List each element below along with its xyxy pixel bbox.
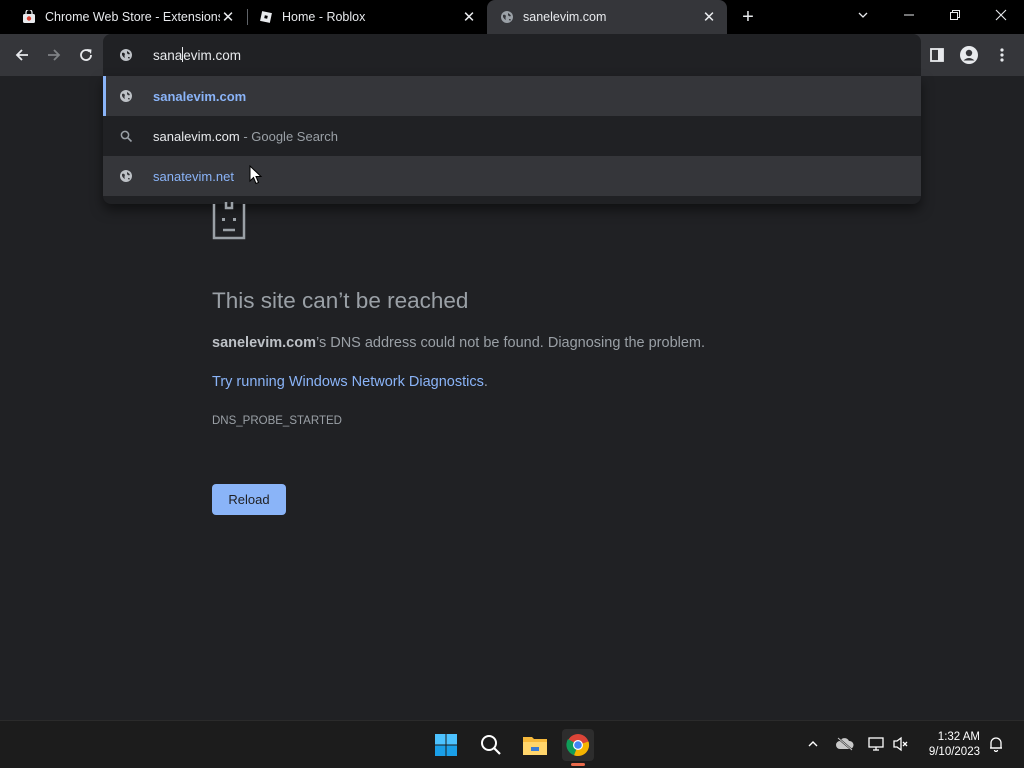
- active-app-indicator: [571, 763, 585, 766]
- error-code: DNS_PROBE_STARTED: [212, 415, 342, 427]
- chevron-up-icon[interactable]: [802, 733, 824, 755]
- suggestion-item[interactable]: sanalevim.com: [103, 76, 921, 116]
- clock-time: 1:32 AM: [937, 731, 980, 743]
- diagnostics-period: .: [483, 374, 488, 390]
- search-icon: [119, 129, 133, 143]
- new-tab-icon[interactable]: +: [737, 6, 759, 28]
- minimize-icon[interactable]: [886, 0, 932, 30]
- tab-sanelevim[interactable]: sanelevim.com ✕: [487, 0, 727, 34]
- notification-bell-icon[interactable]: [985, 733, 1007, 755]
- typed-text-after-caret: evim.com: [183, 48, 242, 63]
- omnibox-suggestions: sanalevim.com sanalevim.com - Google Sea…: [103, 76, 921, 204]
- restore-icon[interactable]: [932, 0, 978, 30]
- suggestion-text: sanalevim.com - Google Search: [153, 129, 338, 144]
- volume-muted-icon[interactable]: [890, 733, 912, 755]
- clock-date: 9/10/2023: [928, 746, 980, 758]
- side-panel-icon[interactable]: [923, 41, 951, 69]
- menu-kebab-icon[interactable]: [988, 41, 1016, 69]
- error-message: sanelevim.com’s DNS address could not be…: [212, 335, 705, 351]
- close-window-icon[interactable]: [978, 0, 1024, 30]
- roblox-icon: [259, 10, 273, 24]
- back-icon[interactable]: [8, 41, 36, 69]
- tab-search-chevron-icon[interactable]: [840, 0, 886, 30]
- close-tab-icon[interactable]: ✕: [461, 9, 477, 26]
- sad-document-icon: [212, 200, 246, 240]
- suggestion-suffix: - Google Search: [239, 128, 338, 144]
- file-explorer-icon[interactable]: [519, 729, 551, 761]
- taskbar: 1:32 AM 9/10/2023: [0, 720, 1024, 768]
- taskbar-clock[interactable]: 1:32 AM 9/10/2023: [918, 730, 980, 760]
- reload-button[interactable]: Reload: [212, 484, 286, 515]
- globe-icon: [119, 89, 133, 103]
- error-title: This site can’t be reached: [212, 288, 469, 313]
- suggestion-item[interactable]: sanatevim.net: [103, 156, 921, 196]
- tab-title: Home - Roblox: [282, 10, 366, 24]
- address-bar[interactable]: sanaevim.com: [103, 34, 921, 76]
- chrome-web-store-icon: [22, 10, 36, 24]
- close-tab-icon[interactable]: ✕: [701, 9, 717, 26]
- network-icon[interactable]: [866, 733, 888, 755]
- tab-roblox[interactable]: Home - Roblox ✕: [237, 0, 487, 34]
- tab-chrome-web-store[interactable]: Chrome Web Store - Extensions ✕: [0, 0, 246, 34]
- tab-title: Chrome Web Store - Extensions: [45, 10, 220, 24]
- mouse-cursor-icon: [249, 164, 263, 185]
- onedrive-offline-icon[interactable]: [834, 733, 856, 755]
- forward-icon[interactable]: [40, 41, 68, 69]
- globe-icon: [119, 48, 133, 62]
- error-host: sanelevim.com: [212, 335, 316, 351]
- suggestion-text: sanatevim.net: [153, 168, 234, 184]
- suggestion-item[interactable]: sanalevim.com - Google Search: [103, 116, 921, 156]
- globe-icon: [500, 10, 514, 24]
- suggestion-query: sanalevim.com: [153, 128, 240, 144]
- error-message-text: ’s DNS address could not be found. Diagn…: [315, 335, 706, 351]
- address-input[interactable]: sanaevim.com: [153, 47, 241, 63]
- network-diagnostics-link[interactable]: Try running Windows Network Diagnostics: [212, 374, 484, 390]
- suggestion-text: sanalevim.com: [153, 88, 247, 104]
- chrome-taskbar-icon[interactable]: [562, 729, 594, 761]
- globe-icon: [119, 169, 133, 183]
- typed-text-before-caret: sana: [153, 48, 183, 63]
- tab-strip: Chrome Web Store - Extensions ✕ Home - R…: [0, 0, 1024, 34]
- search-icon[interactable]: [475, 729, 507, 761]
- diagnostics-line: Try running Windows Network Diagnostics.: [212, 374, 488, 390]
- profile-avatar-icon[interactable]: [955, 41, 983, 69]
- windows-start-icon[interactable]: [430, 729, 462, 761]
- reload-icon[interactable]: [72, 41, 100, 69]
- tab-title: sanelevim.com: [523, 10, 607, 24]
- close-tab-icon[interactable]: ✕: [220, 9, 236, 26]
